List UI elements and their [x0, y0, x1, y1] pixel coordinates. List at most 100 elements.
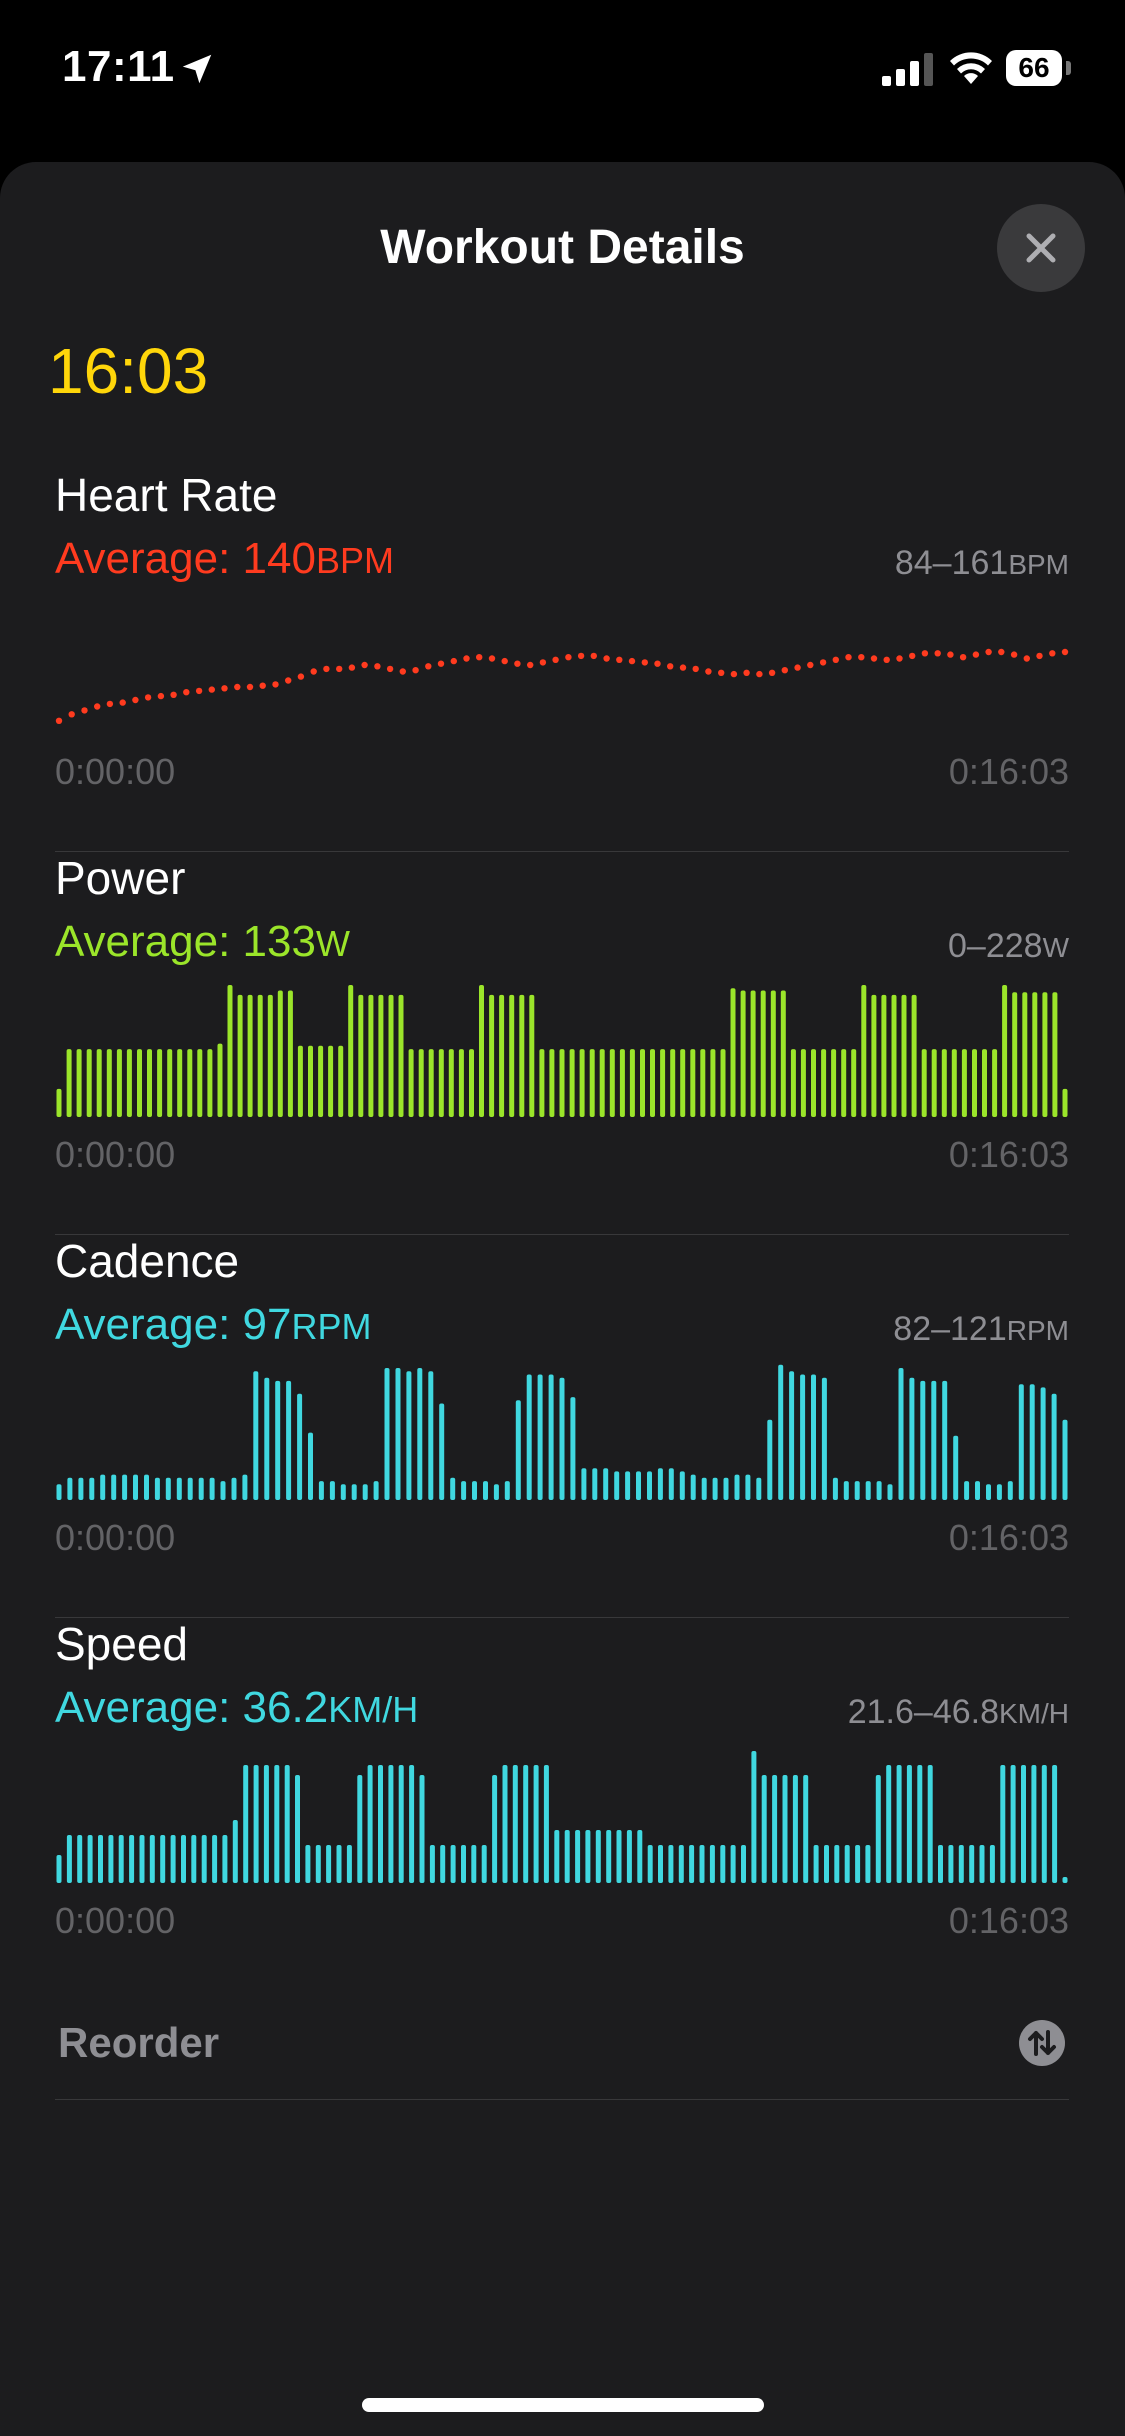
- reorder-row[interactable]: Reorder: [55, 1975, 1069, 2100]
- cadence-bar: [581, 1468, 587, 1500]
- heart-rate-point: [157, 692, 165, 700]
- cadence-bar: [832, 1477, 838, 1500]
- power-bar: [700, 1049, 706, 1117]
- speed-bar: [149, 1835, 155, 1883]
- heart-rate-point: [119, 699, 126, 706]
- power-bar: [640, 1049, 645, 1117]
- cadence-bar: [636, 1471, 641, 1500]
- speed-bar: [543, 1765, 549, 1883]
- power-bar: [56, 1088, 62, 1117]
- cadence-bar: [384, 1368, 390, 1500]
- cadence-bar: [209, 1477, 215, 1500]
- wifi-icon: [950, 52, 992, 84]
- cadence-bar: [657, 1468, 663, 1500]
- range-unit: KM/H: [999, 1698, 1069, 1729]
- power-section[interactable]: Power Average: 133W 0–228W 0:00:00 0:16:…: [55, 851, 1069, 1235]
- range-unit: RPM: [1006, 1315, 1069, 1346]
- average-value: 140: [242, 534, 316, 583]
- workout-duration: 16:03: [48, 335, 209, 407]
- cadence-bar: [472, 1481, 477, 1500]
- chart-end-time: 0:16:03: [948, 1134, 1069, 1175]
- power-bar: [177, 1049, 183, 1117]
- power-bar: [469, 1049, 474, 1117]
- heart-rate-point: [718, 669, 725, 676]
- battery-level: 66: [1006, 50, 1062, 86]
- cadence-bar: [821, 1377, 827, 1500]
- speed-section[interactable]: Speed Average: 36.2KM/H 21.6–46.8KM/H 0:…: [55, 1617, 1069, 2000]
- power-bar: [257, 994, 263, 1117]
- heart-rate-point: [1049, 650, 1056, 657]
- heart-rate-point: [692, 665, 699, 673]
- speed-bar: [647, 1845, 653, 1883]
- speed-average: Average: 36.2KM/H: [55, 1683, 418, 1733]
- speed-bar: [834, 1845, 840, 1883]
- heart-rate-point: [476, 654, 483, 661]
- cadence-bar: [1007, 1481, 1013, 1500]
- heart-rate-point: [208, 686, 215, 693]
- average-unit: KM/H: [328, 1689, 419, 1730]
- power-bar: [519, 994, 525, 1117]
- heart-rate-point: [336, 665, 343, 673]
- close-icon: [1026, 233, 1056, 263]
- speed-bar: [917, 1765, 923, 1883]
- speed-bar: [844, 1845, 850, 1883]
- speed-bar: [419, 1775, 425, 1883]
- heart-rate-point: [985, 648, 992, 656]
- power-bar: [126, 1049, 132, 1117]
- cadence-bar: [920, 1380, 926, 1500]
- range-unit: BPM: [1008, 549, 1069, 580]
- cadence-bar: [996, 1484, 1002, 1500]
- home-indicator: [362, 2398, 764, 2412]
- range-value: 21.6–46.8: [847, 1693, 999, 1731]
- power-bar: [740, 990, 746, 1117]
- cadence-bar: [800, 1374, 806, 1500]
- power-bar: [599, 1049, 605, 1117]
- speed-bar: [284, 1765, 290, 1883]
- power-bar: [448, 1049, 454, 1117]
- close-button[interactable]: [997, 204, 1085, 292]
- heart-rate-point: [106, 700, 114, 708]
- power-bar: [147, 1049, 152, 1117]
- power-bar: [157, 1049, 163, 1117]
- power-bar: [499, 994, 505, 1117]
- power-bar: [901, 994, 907, 1117]
- power-bar: [479, 985, 484, 1117]
- average-label: Average:: [55, 1300, 243, 1349]
- power-bar: [831, 1049, 837, 1117]
- heart-rate-point: [361, 661, 368, 669]
- cadence-bar: [625, 1471, 631, 1500]
- cadence-bar: [526, 1374, 532, 1500]
- speed-bar: [232, 1820, 238, 1883]
- speed-bar: [585, 1830, 591, 1883]
- cadence-bar: [461, 1481, 467, 1500]
- cadence-bar: [986, 1484, 991, 1500]
- speed-bar: [471, 1845, 477, 1883]
- power-bar: [851, 1049, 857, 1117]
- heart-rate-point: [195, 687, 203, 695]
- speed-bar: [824, 1845, 829, 1883]
- speed-bar: [398, 1765, 404, 1883]
- cadence-bar: [89, 1477, 95, 1500]
- cadence-bar: [297, 1393, 303, 1500]
- heart-rate-point: [959, 654, 967, 661]
- speed-bar: [730, 1845, 736, 1883]
- cadence-bar: [603, 1468, 609, 1500]
- cadence-bar: [767, 1419, 773, 1500]
- speed-bar: [637, 1830, 643, 1883]
- speed-bar: [813, 1845, 819, 1883]
- cadence-section[interactable]: Cadence Average: 97RPM 82–121RPM 0:00:00…: [55, 1234, 1069, 1618]
- heart-rate-section[interactable]: Heart Rate Average: 140BPM 84–161BPM 0:0…: [55, 468, 1069, 852]
- power-bar: [207, 1049, 213, 1117]
- average-unit: BPM: [315, 540, 394, 581]
- heart-rate-point: [501, 657, 508, 665]
- speed-bar: [741, 1845, 746, 1883]
- cadence-bar: [690, 1474, 696, 1500]
- speed-bar: [906, 1765, 912, 1883]
- cadence-bar: [286, 1380, 292, 1500]
- power-bar: [790, 1049, 796, 1117]
- power-bar: [388, 994, 394, 1117]
- metric-name: Heart Rate: [55, 469, 278, 521]
- speed-bar: [450, 1845, 456, 1883]
- cadence-bar: [318, 1481, 324, 1500]
- heart-rate-range: 84–161BPM: [895, 544, 1069, 583]
